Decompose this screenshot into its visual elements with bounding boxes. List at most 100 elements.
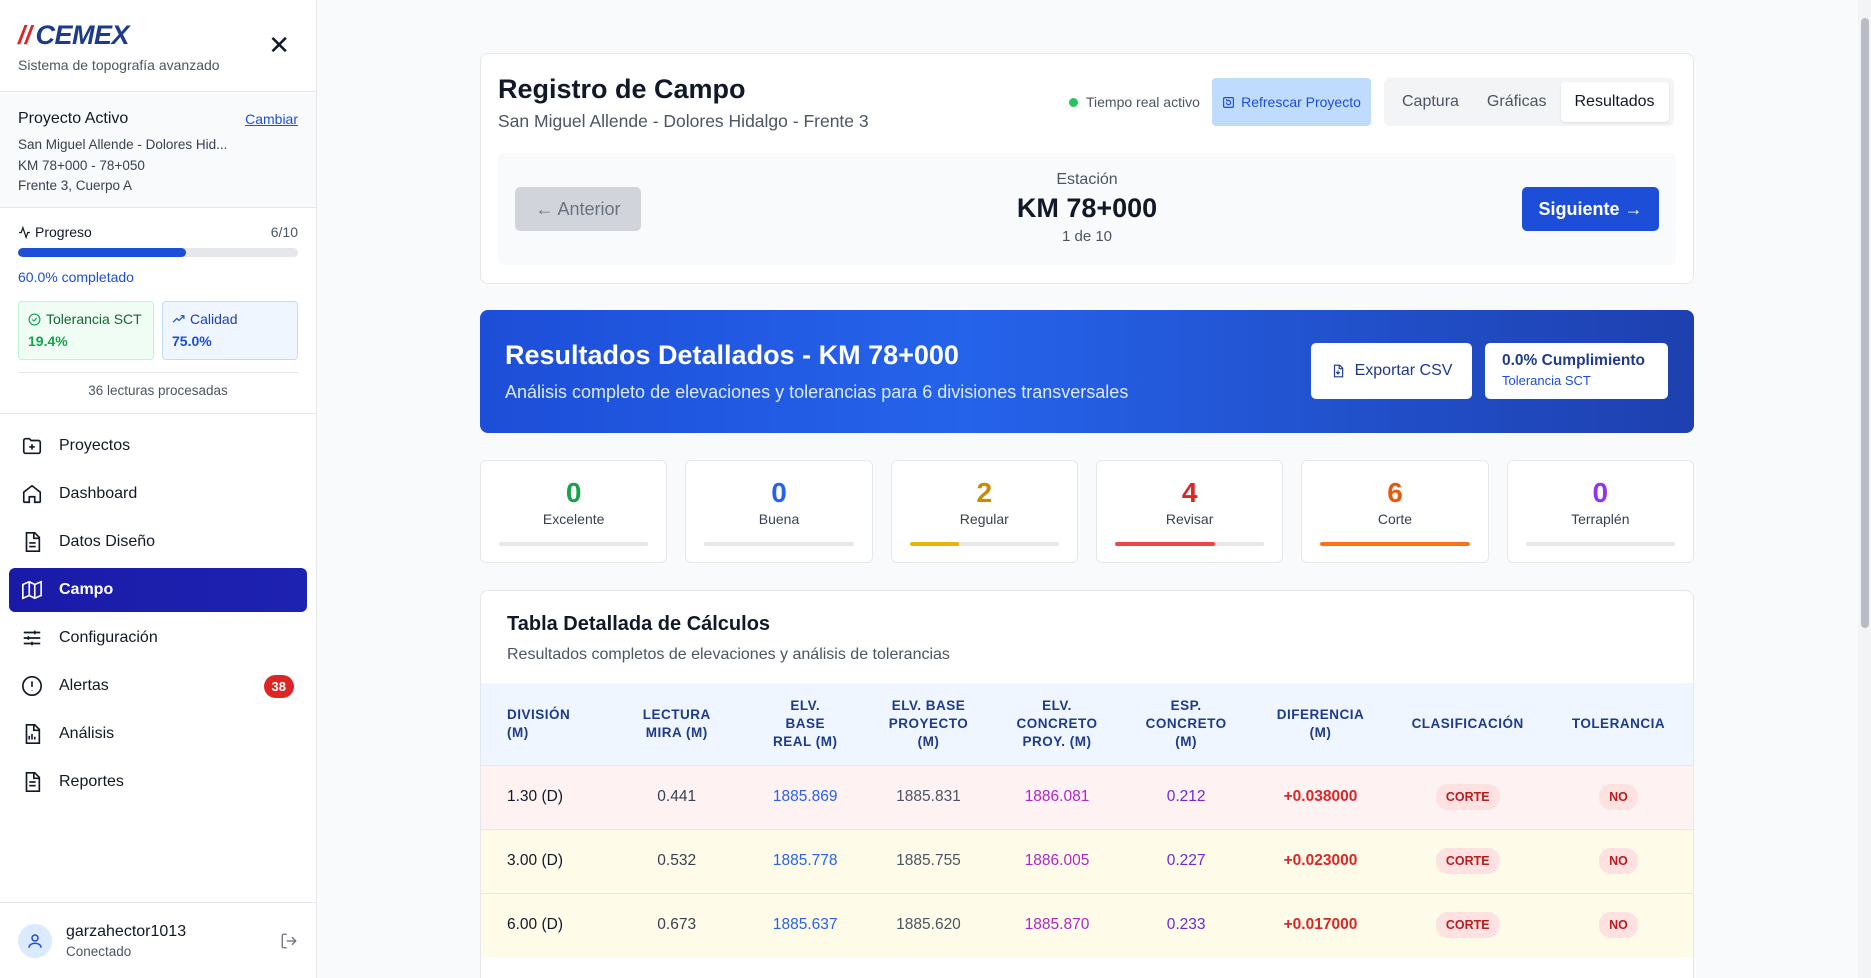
nav-label: Alertas	[59, 677, 109, 694]
nav-label: Análisis	[59, 725, 115, 742]
table-cell: CORTE	[1393, 828, 1542, 893]
logout-icon[interactable]	[280, 932, 298, 950]
nav-item-configuracion[interactable]: Configuración	[9, 616, 307, 660]
column-header-text: Clasificación	[1411, 715, 1524, 731]
stat-bar	[1114, 542, 1265, 546]
column-header-text: (m)	[507, 724, 529, 740]
table-cell: +0.038000	[1247, 764, 1394, 829]
home-icon	[22, 484, 42, 504]
quality-value: 75.0%	[172, 333, 212, 349]
stat-value: 2	[976, 477, 993, 508]
change-project-link[interactable]: Cambiar	[245, 111, 298, 127]
nav-item-alertas[interactable]: Alertas 38	[9, 664, 307, 708]
tolerance-badge: NO	[1599, 848, 1638, 874]
realtime-text: Tiempo real activo	[1086, 94, 1200, 110]
nav-item-proyectos[interactable]: Proyectos	[9, 424, 307, 468]
stat-card-revisar: 4 Revisar	[1095, 460, 1284, 563]
nav-label: Datos Diseño	[59, 533, 156, 550]
stat-card-regular: 2 Regular	[890, 460, 1078, 563]
classification-stats: 0 Excelente 0 Buena 2 Regular 4 Revisar 6 Corte 0 T…	[480, 460, 1694, 563]
table-row[interactable]: 3.00 (D) 0.532 1885.778 1885.755 1886.005 0.2…	[481, 828, 1693, 893]
trending-up-icon	[172, 314, 185, 323]
table-cell: 1885.620	[867, 892, 990, 957]
project-range: KM 78+000 - 78+050	[18, 157, 145, 173]
column-header-text: Concreto	[1016, 715, 1098, 731]
tab-resultados[interactable]: Resultados	[1560, 82, 1669, 122]
close-icon[interactable]: ✕	[268, 32, 290, 58]
map-icon	[22, 580, 42, 600]
tab-graficas[interactable]: Gráficas	[1473, 82, 1561, 122]
results-banner: Resultados Detallados - KM 78+000 Anális…	[480, 310, 1694, 433]
tolerance-card: Tolerancia SCT 19.4%	[18, 301, 154, 360]
nav-item-datos-diseno[interactable]: Datos Diseño	[9, 520, 307, 564]
table-row[interactable]: 1.30 (D) 0.441 1885.869 1885.831 1886.081 0.2…	[481, 764, 1693, 829]
progress-percent: 60.0% completado	[18, 269, 134, 285]
refresh-project-button[interactable]: Refrescar Proyecto	[1212, 78, 1371, 126]
table-cell: 1885.831	[867, 764, 990, 829]
realtime-status: Tiempo real activo	[1069, 94, 1200, 110]
station-km: KM 78+000	[1016, 193, 1158, 223]
previous-station-button[interactable]: ← Anterior	[515, 187, 641, 231]
view-tabs: Captura Gráficas Resultados	[1384, 78, 1674, 126]
active-project-panel: Proyecto Activo Cambiar San Miguel Allen…	[0, 92, 316, 208]
active-project-label: Proyecto Activo	[18, 110, 129, 127]
table-cell: 1885.637	[742, 892, 868, 957]
logo-mark-icon: //	[18, 20, 32, 50]
table-row[interactable]: 6.00 (D) 0.673 1885.637 1885.620 1885.870 0.2…	[481, 892, 1693, 957]
column-header: Esp. Concreto (m)	[1125, 683, 1248, 765]
classification-badge: CORTE	[1435, 848, 1500, 874]
scrollbar[interactable]	[1858, 0, 1871, 978]
classification-badge: CORTE	[1435, 912, 1500, 939]
folder-plus-icon	[22, 437, 42, 455]
stat-card-corte: 6 Corte	[1301, 460, 1489, 563]
nav-item-campo[interactable]: Campo	[9, 568, 307, 612]
table-cell: 0.673	[610, 892, 743, 957]
nav-label: Reportes	[59, 773, 124, 790]
table-cell: 1.30 (D)	[481, 764, 611, 829]
cemex-logo: // CEMEX	[18, 20, 298, 51]
stat-label: Revisar	[1165, 511, 1214, 527]
table-cell: 0.212	[1124, 764, 1248, 829]
nav-item-reportes[interactable]: Reportes	[9, 760, 307, 804]
column-header-text: Real (m)	[772, 733, 838, 749]
nav-item-dashboard[interactable]: Dashboard	[9, 472, 307, 516]
tolerance-badge: NO	[1599, 912, 1638, 939]
stat-bar	[704, 542, 854, 546]
table-cell: NO	[1541, 764, 1693, 829]
check-circle-icon	[28, 312, 41, 326]
progress-label: Progreso	[35, 224, 92, 240]
tolerance-badge: NO	[1599, 784, 1638, 810]
field-header-card: Registro de Campo San Miguel Allende - D…	[480, 53, 1694, 284]
stat-bar	[1320, 542, 1470, 546]
column-header-text: Tolerancia	[1571, 715, 1666, 731]
stat-bar	[909, 542, 1059, 546]
stat-label: Regular	[959, 511, 1009, 527]
tab-captura[interactable]: Captura	[1388, 82, 1473, 122]
scrollbar-thumb[interactable]	[1861, 18, 1869, 628]
table-title: Tabla Detallada de Cálculos	[507, 613, 771, 635]
stat-bar	[499, 542, 649, 546]
results-description: Análisis completo de elevaciones y toler…	[505, 382, 1129, 402]
project-name: San Miguel Allende - Dolores Hid...	[18, 137, 228, 152]
stat-label: Buena	[758, 511, 800, 527]
brand-header: // CEMEX Sistema de topografía avanzado …	[0, 0, 316, 92]
table-cell: 0.441	[610, 764, 743, 829]
stat-value: 0	[565, 477, 582, 508]
stat-card-terrapln: 0 Terraplén	[1506, 460, 1694, 563]
alert-circle-icon	[22, 676, 42, 696]
nav-item-analisis[interactable]: Análisis	[9, 712, 307, 756]
export-csv-button[interactable]: Exportar CSV	[1311, 343, 1472, 399]
stat-bar-fill	[1114, 542, 1216, 546]
brand-subtitle: Sistema de topografía avanzado	[18, 57, 220, 73]
column-header-text: Proyecto	[888, 715, 969, 731]
live-dot-icon	[1069, 97, 1078, 107]
column-header: Elv. Base Real (m)	[743, 683, 868, 765]
stat-bar-fill	[909, 542, 959, 546]
page-subtitle: San Miguel Allende - Dolores Hidalgo - F…	[498, 111, 869, 131]
table-cell: +0.017000	[1247, 892, 1394, 957]
calculations-table-card: Tabla Detallada de Cálculos Resultados c…	[480, 590, 1694, 978]
next-station-button[interactable]: Siguiente →	[1522, 187, 1659, 231]
stat-label: Excelente	[542, 511, 605, 527]
progress-count: 6/10	[270, 224, 298, 240]
user-icon	[28, 933, 42, 948]
